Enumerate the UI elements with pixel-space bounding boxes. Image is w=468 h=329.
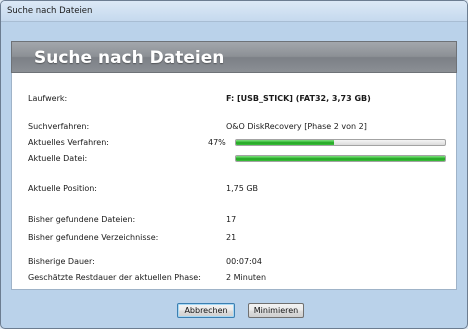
duration-label: Bisherige Dauer: — [28, 257, 95, 266]
found-files-label: Bisher gefundene Dateien: — [28, 215, 136, 224]
found-dirs-label: Bisher gefundene Verzeichnisse: — [28, 233, 159, 242]
method-label: Suchverfahren: — [28, 122, 90, 131]
current-file-progress-bar — [235, 155, 446, 162]
current-method-percent: 47% — [208, 138, 226, 147]
current-method-label: Aktuelles Verfahren: — [28, 138, 109, 147]
found-files-value: 17 — [226, 215, 237, 224]
button-bar: Abbrechen Minimieren — [11, 290, 457, 328]
title-bar[interactable]: Suche nach Dateien — [1, 1, 467, 22]
header-banner: Suche nach Dateien — [11, 41, 457, 73]
current-method-progress-bar — [235, 139, 446, 146]
drive-value: F: [USB_STICK] (FAT32, 3,73 GB) — [226, 94, 371, 103]
method-value: O&O DiskRecovery [Phase 2 von 2] — [226, 122, 367, 131]
current-file-progress-fill — [236, 156, 445, 161]
duration-value: 00:07:04 — [226, 257, 262, 266]
window-title: Suche nach Dateien — [7, 6, 93, 16]
header-title: Suche nach Dateien — [34, 48, 225, 68]
drive-label: Laufwerk: — [28, 94, 68, 103]
remaining-value: 2 Minuten — [226, 273, 267, 282]
cancel-button[interactable]: Abbrechen — [177, 303, 235, 318]
dialog-window: Suche nach Dateien Suche nach Dateien La… — [0, 0, 468, 329]
current-file-label: Aktuelle Datei: — [28, 154, 88, 163]
position-value: 1,75 GB — [226, 184, 259, 193]
minimize-button[interactable]: Minimieren — [248, 303, 304, 318]
position-label: Aktuelle Position: — [28, 184, 97, 193]
found-dirs-value: 21 — [226, 233, 237, 242]
remaining-label: Geschätzte Restdauer der aktuellen Phase… — [28, 273, 201, 282]
current-method-progress-fill — [236, 140, 335, 145]
details-panel: Laufwerk: F: [USB_STICK] (FAT32, 3,73 GB… — [11, 73, 457, 290]
